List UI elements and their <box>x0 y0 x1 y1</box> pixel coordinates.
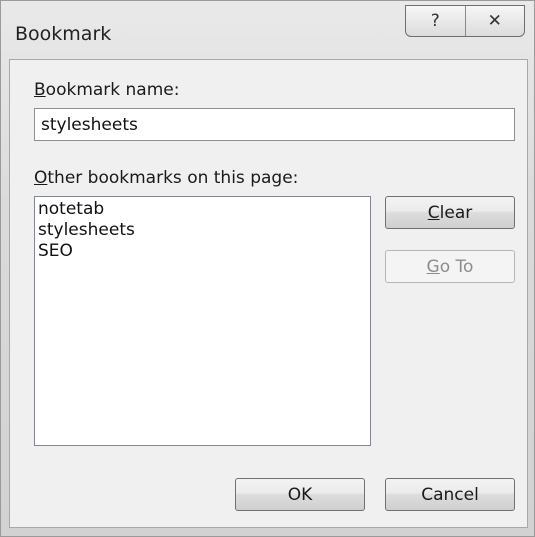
dialog-title: Bookmark <box>15 23 112 45</box>
title-bar[interactable]: Bookmark ? ✕ <box>1 1 534 55</box>
go-to-label: o To <box>439 256 474 277</box>
help-button[interactable]: ? <box>406 6 465 36</box>
bookmark-name-input[interactable] <box>34 108 515 141</box>
bookmark-name-label-text: ookmark name: <box>45 80 180 100</box>
caption-buttons: ? ✕ <box>405 5 525 37</box>
other-bookmarks-label-text: ther bookmarks on this page: <box>47 168 299 188</box>
bookmark-name-label: Bookmark name: <box>34 80 179 100</box>
ok-button[interactable]: OK <box>235 478 365 511</box>
bookmarks-listbox[interactable]: notetab stylesheets SEO <box>34 196 371 446</box>
list-item[interactable]: notetab <box>38 199 367 220</box>
help-icon: ? <box>430 11 440 31</box>
bookmark-dialog: Bookmark ? ✕ Bookmark name: Other bookma… <box>0 0 535 537</box>
list-item[interactable]: stylesheets <box>38 220 367 241</box>
other-bookmarks-mnemonic: O <box>34 168 48 188</box>
close-icon: ✕ <box>487 11 502 31</box>
other-bookmarks-label: Other bookmarks on this page: <box>34 168 298 188</box>
close-button[interactable]: ✕ <box>464 6 525 36</box>
go-to-mnemonic: G <box>426 256 440 277</box>
clear-button[interactable]: Clear <box>385 196 515 229</box>
dialog-body: Bookmark name: Other bookmarks on this p… <box>9 59 528 528</box>
list-item[interactable]: SEO <box>38 241 367 262</box>
clear-mnemonic: C <box>427 202 440 223</box>
bookmark-name-mnemonic: B <box>34 80 46 100</box>
cancel-button[interactable]: Cancel <box>385 478 515 511</box>
clear-label: lear <box>439 202 473 223</box>
go-to-button[interactable]: Go To <box>385 250 515 283</box>
